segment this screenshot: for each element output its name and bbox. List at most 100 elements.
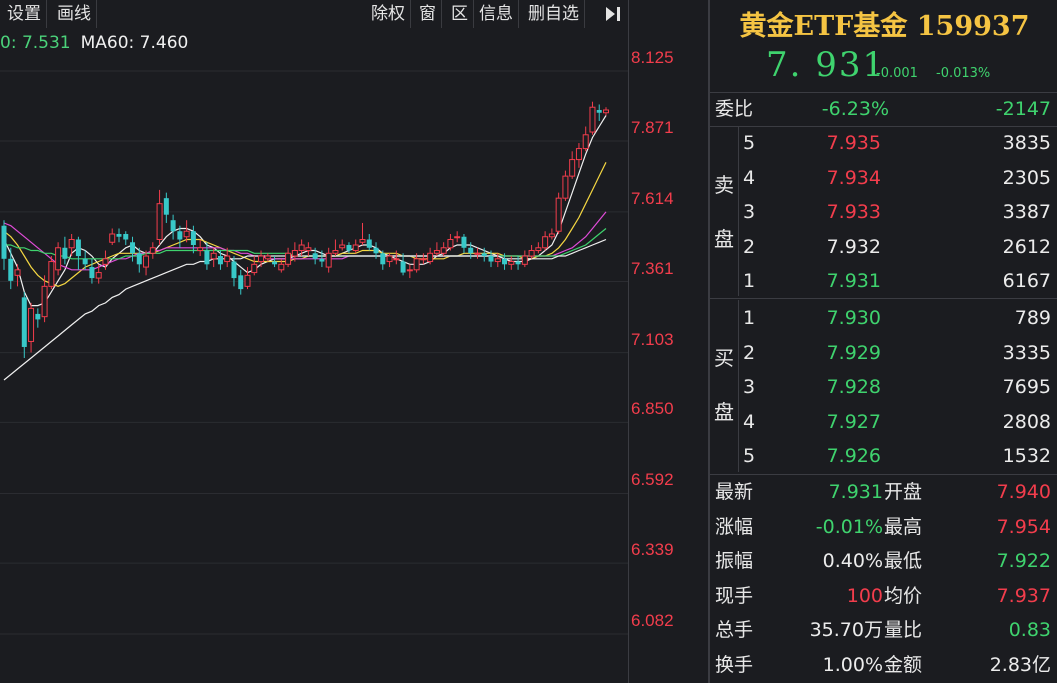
candle bbox=[191, 226, 196, 254]
remove-watchlist-button[interactable]: 删自选 bbox=[523, 0, 585, 28]
stat-value: 7.954 bbox=[997, 510, 1051, 544]
ask-level-5[interactable]: 5 7.935 3835 bbox=[710, 126, 1057, 160]
candle bbox=[42, 275, 47, 322]
ask-price: 7.931 bbox=[827, 264, 881, 298]
price-tick-label: 7.614 bbox=[631, 189, 674, 209]
bid-level-4[interactable]: 47.9272808 bbox=[710, 405, 1057, 439]
bid-volume: 2808 bbox=[1003, 405, 1051, 439]
ask-volume: 3835 bbox=[1003, 126, 1051, 160]
stat-row: 现手 100均价 7.937 bbox=[710, 579, 1057, 613]
stat-row: 涨幅-0.01%最高7.954 bbox=[710, 510, 1057, 544]
candle bbox=[252, 256, 257, 275]
candle bbox=[597, 104, 602, 121]
bid-level-2[interactable]: 27.9293335 bbox=[710, 336, 1057, 370]
stat-label: 振幅 bbox=[715, 544, 753, 578]
bid-level-3[interactable]: 37.9287695 bbox=[710, 370, 1057, 404]
ma60-line bbox=[4, 240, 606, 381]
ask-level-3[interactable]: 37.9333387 bbox=[710, 195, 1057, 229]
collapse-panel-icon[interactable] bbox=[598, 0, 628, 28]
bid-volume: 3335 bbox=[1003, 336, 1051, 370]
candle bbox=[421, 253, 426, 264]
candle bbox=[380, 251, 385, 270]
info-button[interactable]: 信息 bbox=[474, 0, 519, 28]
settings-button[interactable]: 设置 bbox=[2, 0, 47, 28]
candle bbox=[448, 234, 453, 251]
candle bbox=[570, 151, 575, 179]
stat-value: 7.931 bbox=[829, 475, 883, 509]
bid-volume: 7695 bbox=[1003, 370, 1051, 404]
stat-label: 均价 bbox=[884, 579, 922, 613]
price-tick-label: 7.871 bbox=[631, 118, 674, 138]
ask-level-2[interactable]: 27.9322612 bbox=[710, 230, 1057, 264]
ask-level-1[interactable]: 1 7.931 6167 bbox=[710, 264, 1057, 298]
ask-level-index: 1 bbox=[743, 264, 755, 298]
candle bbox=[360, 223, 365, 245]
candle bbox=[56, 242, 61, 275]
price-tick-label: 6.082 bbox=[631, 611, 674, 631]
stat-label: 现手 bbox=[715, 579, 753, 613]
candle bbox=[29, 303, 34, 353]
stat-label: 量比 bbox=[884, 613, 922, 647]
candle bbox=[333, 240, 338, 257]
draw-line-button[interactable]: 画线 bbox=[52, 0, 97, 28]
candle bbox=[590, 102, 595, 135]
candle bbox=[272, 256, 277, 267]
candle bbox=[367, 234, 372, 251]
stat-value: 7.937 bbox=[997, 579, 1051, 613]
bid-volume: 1532 bbox=[1003, 439, 1051, 473]
ask-price: 7.934 bbox=[827, 161, 881, 195]
candle bbox=[204, 242, 209, 270]
candle bbox=[536, 242, 541, 253]
candle bbox=[164, 193, 169, 223]
candle bbox=[171, 215, 176, 240]
stat-value: 2.83亿 bbox=[990, 648, 1051, 682]
stat-row: 最新7.931开盘7.940 bbox=[710, 475, 1057, 509]
stat-value: 7.922 bbox=[997, 544, 1051, 578]
weibi-diff: -2147 bbox=[996, 92, 1051, 126]
price-change: -0.001 bbox=[876, 66, 918, 81]
candle bbox=[543, 231, 548, 250]
ask-level-index: 3 bbox=[743, 195, 755, 229]
stat-label: 最低 bbox=[884, 544, 922, 578]
candle bbox=[198, 240, 203, 257]
stat-label: 最高 bbox=[884, 510, 922, 544]
ask-volume: 6167 bbox=[1003, 264, 1051, 298]
quote-panel: 黄金ETF基金 159937 7. 931 -0.001 -0.013% 委比 … bbox=[708, 0, 1057, 683]
bid-price: 7.929 bbox=[827, 336, 881, 370]
candle bbox=[2, 220, 7, 270]
bid-price: 7.928 bbox=[827, 370, 881, 404]
weibi-row: 委比 -6.23% -2147 bbox=[710, 92, 1057, 126]
window-button[interactable]: 窗 bbox=[414, 0, 442, 28]
candle bbox=[62, 237, 67, 265]
candle bbox=[583, 127, 588, 152]
bid-level-5[interactable]: 57.9261532 bbox=[710, 439, 1057, 473]
stat-value: 100 bbox=[847, 579, 883, 613]
candle bbox=[604, 107, 609, 115]
chart-toolbar: 设置 画线 除权 窗 区 信息 删自选 bbox=[0, 0, 628, 28]
candlestick-chart[interactable] bbox=[0, 28, 628, 683]
candle bbox=[353, 240, 358, 254]
stat-label: 总手 bbox=[715, 613, 753, 647]
candle bbox=[516, 256, 521, 270]
range-button[interactable]: 区 bbox=[446, 0, 474, 28]
candle bbox=[22, 292, 27, 358]
price-tick-label: 7.103 bbox=[631, 330, 674, 350]
weibi-pct: -6.23% bbox=[822, 92, 889, 126]
bid-volume: 789 bbox=[1015, 301, 1051, 335]
candle bbox=[428, 248, 433, 265]
stat-row: 振幅0.40%最低7.922 bbox=[710, 544, 1057, 578]
price-axis-line bbox=[628, 0, 629, 683]
ex-rights-button[interactable]: 除权 bbox=[366, 0, 411, 28]
ask-volume: 2612 bbox=[1003, 230, 1051, 264]
ask-price: 7.935 bbox=[827, 126, 881, 160]
stat-value: 35.70万 bbox=[810, 613, 883, 647]
bid-price: 7.930 bbox=[827, 301, 881, 335]
ask-level-4[interactable]: 47.9342305 bbox=[710, 161, 1057, 195]
candle bbox=[286, 248, 291, 267]
bid-level-1[interactable]: 1 7.930 789 bbox=[710, 301, 1057, 335]
candle bbox=[116, 228, 121, 242]
ask-level-index: 5 bbox=[743, 126, 755, 160]
bid-level-index: 4 bbox=[743, 405, 755, 439]
bid-level-index: 1 bbox=[743, 301, 755, 335]
weibi-label: 委比 bbox=[715, 92, 753, 126]
